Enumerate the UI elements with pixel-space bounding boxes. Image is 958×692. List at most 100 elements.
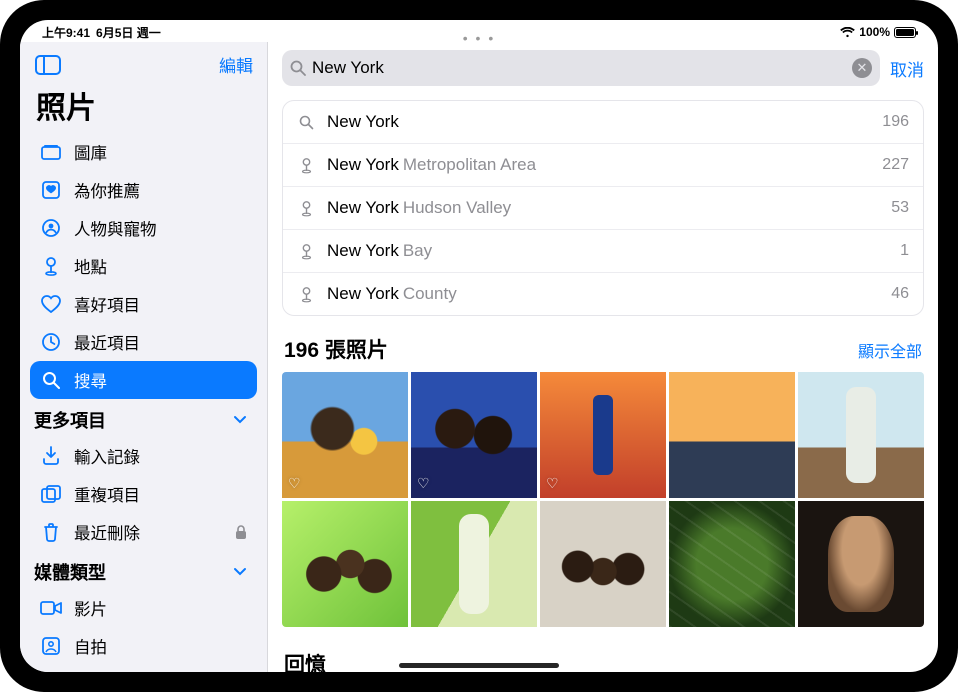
sidebar-item-imports[interactable]: 輸入記錄: [30, 437, 257, 475]
search-icon: [40, 371, 62, 389]
suggestion-row[interactable]: New YorkMetropolitan Area 227: [283, 143, 923, 186]
suggestion-count: 1: [900, 242, 909, 260]
recents-icon: [40, 333, 62, 351]
photo-thumbnail[interactable]: ♡: [411, 372, 537, 498]
home-indicator[interactable]: [399, 663, 559, 668]
trash-icon: [40, 522, 62, 542]
sidebar-item-favorites[interactable]: 喜好項目: [30, 285, 257, 323]
sidebar-item-label: 重複項目: [74, 482, 140, 506]
sidebar-item-label: 搜尋: [74, 368, 107, 392]
suggestion-row[interactable]: New YorkCounty 46: [283, 272, 923, 315]
places-icon: [40, 256, 62, 276]
sidebar-toggle-icon[interactable]: [34, 53, 62, 77]
foryou-icon: [40, 181, 62, 199]
sidebar-item-label: 圖庫: [74, 140, 107, 164]
chevron-down-icon: [233, 567, 247, 577]
search-suggestions: New York 196 New YorkMetropolitan Area 2…: [282, 100, 924, 316]
photo-thumbnail[interactable]: ♡: [540, 372, 666, 498]
suggestion-count: 53: [891, 199, 909, 217]
sidebar-item-recents[interactable]: 最近項目: [30, 323, 257, 361]
status-date: 6月5日 週一: [96, 24, 161, 41]
sidebar-item-label: 最近項目: [74, 330, 140, 354]
suggestion-text: New York: [327, 112, 399, 132]
show-all-button[interactable]: 顯示全部: [858, 338, 922, 362]
sidebar-item-recently-deleted[interactable]: 最近刪除: [30, 513, 257, 551]
sidebar-item-duplicates[interactable]: 重複項目: [30, 475, 257, 513]
chevron-down-icon: [233, 415, 247, 425]
sidebar-item-label: 最近刪除: [74, 520, 140, 544]
edit-button[interactable]: 編輯: [219, 52, 253, 77]
sidebar-section-more[interactable]: 更多項目: [30, 399, 257, 437]
favorite-badge-icon: ♡: [288, 475, 301, 492]
status-time: 上午9:41: [42, 24, 90, 41]
pin-icon: [297, 286, 315, 303]
main-content: ✕ 取消 New York 196 New YorkM: [268, 42, 938, 672]
multitask-dots[interactable]: • • •: [459, 30, 499, 46]
suggestion-text: New York: [327, 284, 399, 303]
sidebar-item-search[interactable]: 搜尋: [30, 361, 257, 399]
suggestion-extra: Metropolitan Area: [403, 155, 536, 174]
battery-icon: [894, 27, 916, 38]
suggestion-text: New York: [327, 155, 399, 174]
sidebar-item-foryou[interactable]: 為你推薦: [30, 171, 257, 209]
suggestion-count: 46: [891, 285, 909, 303]
photo-thumbnail[interactable]: [540, 501, 666, 627]
pin-icon: [297, 243, 315, 260]
photo-thumbnail[interactable]: [669, 501, 795, 627]
favorite-badge-icon: ♡: [546, 475, 559, 492]
sidebar-item-library[interactable]: 圖庫: [30, 133, 257, 171]
clear-search-button[interactable]: ✕: [852, 58, 872, 78]
sidebar: 編輯 照片 圖庫 為你推薦 人物與寵物: [20, 42, 268, 672]
imports-icon: [40, 446, 62, 466]
suggestion-row[interactable]: New York 196: [283, 101, 923, 143]
photo-thumbnail[interactable]: ♡: [282, 372, 408, 498]
section-label: 媒體類型: [34, 559, 106, 585]
suggestion-extra: County: [403, 284, 457, 303]
suggestion-text: New York: [327, 241, 399, 260]
sidebar-title: 照片: [30, 83, 257, 133]
photo-thumbnail[interactable]: [669, 372, 795, 498]
video-icon: [40, 601, 62, 615]
suggestion-row[interactable]: New YorkHudson Valley 53: [283, 186, 923, 229]
duplicates-icon: [40, 485, 62, 503]
sidebar-item-label: 輸入記錄: [74, 444, 140, 468]
suggestion-row[interactable]: New YorkBay 1: [283, 229, 923, 272]
sidebar-item-selfies[interactable]: 自拍: [30, 627, 257, 665]
section-label: 更多項目: [34, 407, 106, 433]
sidebar-item-label: 人物與寵物: [74, 216, 157, 240]
selfie-icon: [40, 637, 62, 655]
results-count-title: 196 張照片: [284, 334, 388, 364]
cancel-button[interactable]: 取消: [890, 56, 924, 81]
sidebar-item-people[interactable]: 人物與寵物: [30, 209, 257, 247]
sidebar-section-mediatypes[interactable]: 媒體類型: [30, 551, 257, 589]
library-icon: [40, 144, 62, 160]
sidebar-item-label: 影片: [74, 596, 107, 620]
suggestion-extra: Hudson Valley: [403, 198, 511, 217]
suggestion-extra: Bay: [403, 241, 432, 260]
photo-grid: ♡ ♡ ♡: [282, 372, 924, 627]
sidebar-item-videos[interactable]: 影片: [30, 589, 257, 627]
wifi-icon: [840, 27, 855, 38]
photo-thumbnail[interactable]: [282, 501, 408, 627]
suggestion-count: 227: [882, 156, 909, 174]
sidebar-item-places[interactable]: 地點: [30, 247, 257, 285]
pin-icon: [297, 157, 315, 174]
people-icon: [40, 219, 62, 237]
photo-thumbnail[interactable]: [798, 501, 924, 627]
search-field[interactable]: ✕: [282, 50, 880, 86]
search-icon: [290, 60, 306, 76]
search-input[interactable]: [312, 58, 846, 78]
search-icon: [297, 115, 315, 130]
suggestion-text: New York: [327, 198, 399, 217]
sidebar-item-label: 地點: [74, 254, 107, 278]
photo-thumbnail[interactable]: [411, 501, 537, 627]
sidebar-item-label: 喜好項目: [74, 292, 140, 316]
pin-icon: [297, 200, 315, 217]
sidebar-item-livephotos[interactable]: 原況照片: [30, 665, 257, 672]
suggestion-count: 196: [882, 113, 909, 131]
sidebar-item-label: 自拍: [74, 634, 107, 658]
lock-icon: [235, 525, 247, 540]
favorite-badge-icon: ♡: [417, 475, 430, 492]
sidebar-item-label: 為你推薦: [74, 178, 140, 202]
photo-thumbnail[interactable]: [798, 372, 924, 498]
